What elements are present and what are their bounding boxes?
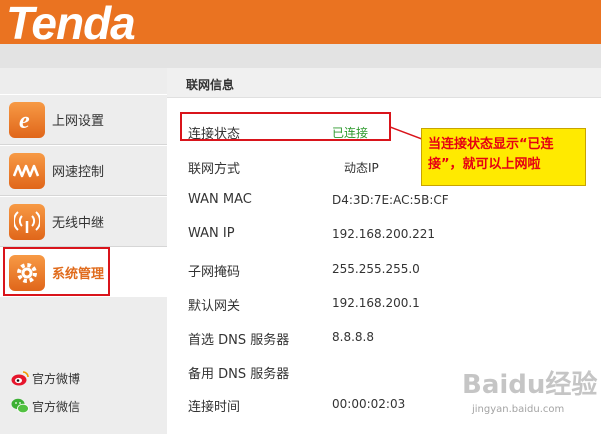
internet-e-icon: e — [9, 101, 45, 138]
sidebar-item-label: 无线中继 — [52, 216, 105, 231]
svg-text:e: e — [19, 108, 30, 133]
official-wechat-label: 官方微信 — [32, 399, 81, 414]
sidebar-item-wireless-repeater[interactable]: 无线中继 — [0, 196, 167, 247]
official-weibo-label: 官方微博 — [32, 371, 81, 386]
page-title: 联网信息 — [186, 78, 235, 92]
default-gateway-label: 默认网关 — [188, 299, 241, 314]
callout-line-1: 当连接状态显示“已连 — [428, 137, 554, 152]
system-management-highlight — [3, 247, 110, 296]
weibo-icon — [11, 369, 29, 387]
top-header: Tenda — [0, 0, 601, 49]
wan-ip-label: WAN IP — [188, 226, 235, 241]
secondary-dns-label: 备用 DNS 服务器 — [188, 367, 290, 382]
baidu-watermark: Baidu经验 — [462, 370, 598, 400]
primary-dns-label: 首选 DNS 服务器 — [188, 333, 290, 348]
connection-time-label: 连接时间 — [188, 400, 241, 415]
sidebar-item-speed-control[interactable]: 网速控制 — [0, 145, 167, 196]
sidebar-item-label: 网速控制 — [52, 165, 105, 180]
subnet-mask-label: 子网掩码 — [188, 265, 241, 280]
callout-line-2: 接”，就可以上网啦 — [428, 157, 541, 172]
subnet-mask-value: 255.255.255.0 — [332, 262, 420, 276]
callout-connector — [390, 126, 422, 140]
wechat-icon — [11, 397, 29, 415]
annotation-callout: 当连接状态显示“已连 接”，就可以上网啦 — [421, 128, 586, 186]
connection-type-label: 联网方式 — [188, 162, 241, 177]
primary-dns-value: 8.8.8.8 — [332, 330, 374, 344]
connection-time-value: 00:00:02:03 — [332, 397, 406, 411]
speed-wave-icon — [9, 152, 45, 189]
wan-mac-value: D4:3D:7E:AC:5B:CF — [332, 193, 449, 207]
main-title-bar: 联网信息 — [167, 68, 601, 98]
sidebar-item-internet-settings[interactable]: e 上网设置 — [0, 94, 167, 145]
wan-mac-label: WAN MAC — [188, 192, 252, 207]
sidebar-item-label: 上网设置 — [52, 114, 105, 129]
official-weibo-link[interactable]: 官方微博 — [11, 369, 80, 387]
connection-status-highlight — [180, 112, 391, 141]
baidu-watermark-url: jingyan.baidu.com — [472, 404, 565, 415]
default-gateway-value: 192.168.200.1 — [332, 296, 420, 310]
header-subbar — [0, 44, 601, 68]
official-wechat-link[interactable]: 官方微信 — [11, 397, 80, 415]
tenda-logo: Tenda — [6, 0, 136, 49]
wan-ip-value: 192.168.200.221 — [332, 227, 436, 241]
connection-type-value: 动态IP — [344, 161, 379, 175]
wireless-signal-icon — [9, 203, 45, 240]
